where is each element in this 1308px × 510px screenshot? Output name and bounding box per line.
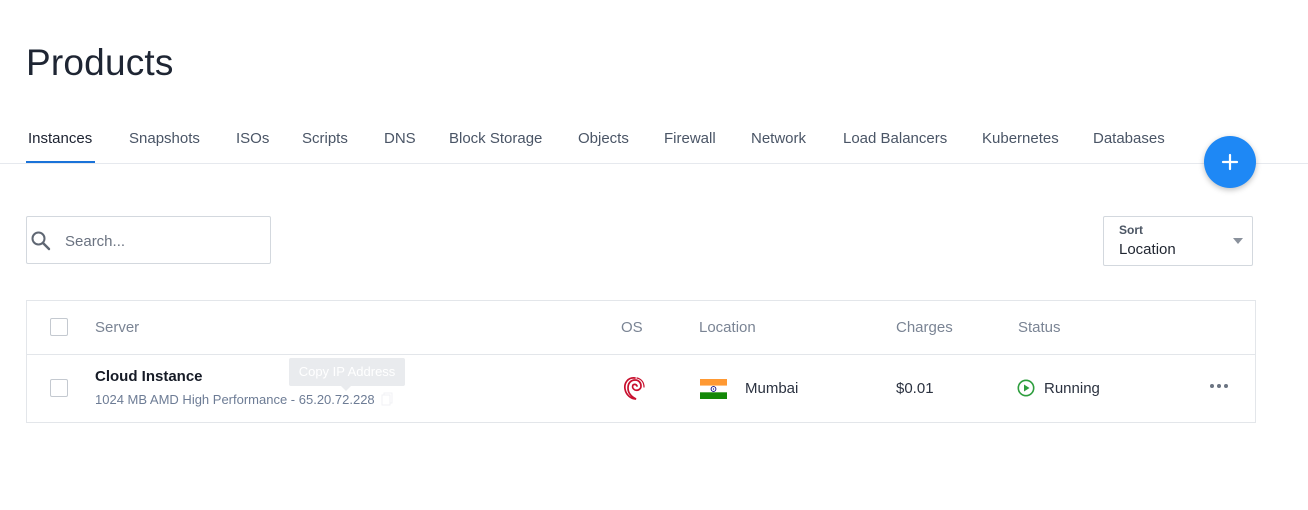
copy-icon[interactable] [381, 392, 393, 406]
server-name[interactable]: Cloud Instance [95, 368, 203, 385]
charges-value: $0.01 [896, 380, 934, 397]
column-header-server: Server [95, 319, 140, 336]
tab-scripts[interactable]: Scripts [302, 130, 348, 147]
select-all-checkbox[interactable] [50, 318, 68, 336]
tab-kubernetes[interactable]: Kubernetes [982, 130, 1059, 147]
tab-instances[interactable]: Instances [28, 130, 92, 147]
tab-network[interactable]: Network [751, 130, 806, 147]
tab-databases[interactable]: Databases [1093, 130, 1165, 147]
table-header: Server OS Location Charges Status [27, 301, 1255, 355]
plus-icon [1221, 153, 1239, 171]
server-details: 1024 MB AMD High Performance - 65.20.72.… [95, 392, 375, 407]
product-tabs: Instances Snapshots ISOs Scripts DNS Blo… [0, 119, 1308, 164]
active-tab-indicator [26, 161, 95, 163]
tab-load-balancers[interactable]: Load Balancers [843, 130, 947, 147]
search-box [26, 216, 271, 264]
column-header-location: Location [699, 319, 756, 336]
india-flag-icon [700, 379, 727, 399]
chevron-down-icon [1233, 238, 1243, 244]
add-product-button[interactable] [1204, 136, 1256, 188]
tab-isos[interactable]: ISOs [236, 130, 269, 147]
column-header-charges: Charges [896, 319, 953, 336]
debian-logo-icon [624, 377, 645, 400]
more-options-icon[interactable] [1209, 379, 1229, 393]
tab-dns[interactable]: DNS [384, 130, 416, 147]
row-checkbox[interactable] [50, 379, 68, 397]
tab-snapshots[interactable]: Snapshots [129, 130, 200, 147]
copy-ip-tooltip: Copy IP Address [289, 358, 405, 391]
instances-table: Server OS Location Charges Status Cloud … [26, 300, 1256, 423]
table-row[interactable]: Cloud Instance 1024 MB AMD High Performa… [27, 354, 1255, 423]
tab-objects[interactable]: Objects [578, 130, 629, 147]
search-icon [31, 231, 51, 251]
sort-value: Location [1119, 241, 1176, 258]
column-header-status: Status [1018, 319, 1061, 336]
tab-block-storage[interactable]: Block Storage [449, 130, 542, 147]
play-circle-icon [1017, 379, 1035, 397]
sort-label: Sort [1119, 223, 1143, 237]
tab-firewall[interactable]: Firewall [664, 130, 716, 147]
sort-select[interactable]: Sort Location [1103, 216, 1253, 266]
page-title: Products [26, 42, 174, 83]
column-header-os: OS [621, 319, 643, 336]
location-name: Mumbai [745, 380, 799, 397]
status-text: Running [1044, 380, 1100, 397]
search-input[interactable] [63, 227, 263, 255]
